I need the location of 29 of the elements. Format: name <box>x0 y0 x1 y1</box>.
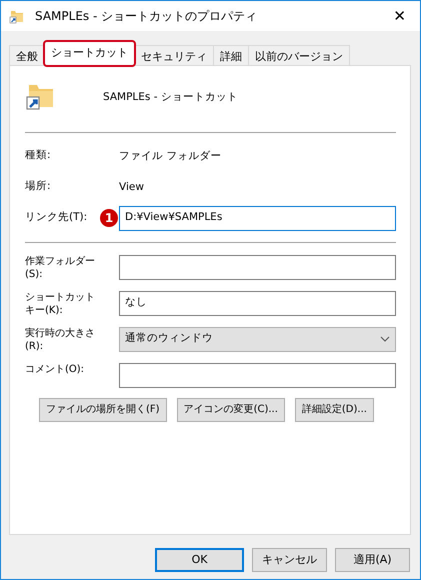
input-field[interactable] <box>119 254 396 280</box>
dialog-button[interactable]: キャンセル <box>252 548 327 572</box>
window-title: SAMPLEs - ショートカットのプロパティ <box>35 8 258 25</box>
dialog-button[interactable]: 適用(A) <box>335 548 410 572</box>
folder-shortcut-icon <box>9 8 25 24</box>
tab[interactable]: 全般 <box>9 45 45 66</box>
input-field[interactable] <box>119 362 396 388</box>
callout-badge: 1 <box>100 208 118 226</box>
action-button[interactable]: アイコンの変更(C)... <box>176 398 285 422</box>
close-button[interactable]: ✕ <box>387 4 412 28</box>
field-label: コメント(O): <box>25 362 86 376</box>
field-label: リンク先(T): <box>25 211 88 224</box>
field-label: ショートカットキー(K): <box>25 290 96 316</box>
field-label: 実行時の大きさ(R): <box>25 326 96 352</box>
field-label: 種類: <box>25 149 52 163</box>
field-label: 場所: <box>25 180 52 194</box>
tab[interactable]: ショートカット <box>44 41 135 66</box>
action-button[interactable]: 詳細設定(D)... <box>294 398 374 422</box>
input-field[interactable]: D:¥View¥SAMPLEs <box>119 206 396 230</box>
dropdown[interactable]: 通常のウィンドウ <box>119 326 396 352</box>
dialog-button[interactable]: OK <box>155 548 244 572</box>
field-label: 作業フォルダー(S): <box>25 254 96 280</box>
input-field[interactable]: なし <box>119 290 396 316</box>
field-value: ファイル フォルダー <box>119 149 222 164</box>
field-value: View <box>119 180 144 195</box>
action-button[interactable]: ファイルの場所を開く(F) <box>39 398 167 422</box>
tab[interactable]: 以前のバージョン <box>248 45 350 66</box>
shortcut-name: SAMPLEs - ショートカット <box>103 90 238 106</box>
chevron-down-icon <box>380 336 390 342</box>
